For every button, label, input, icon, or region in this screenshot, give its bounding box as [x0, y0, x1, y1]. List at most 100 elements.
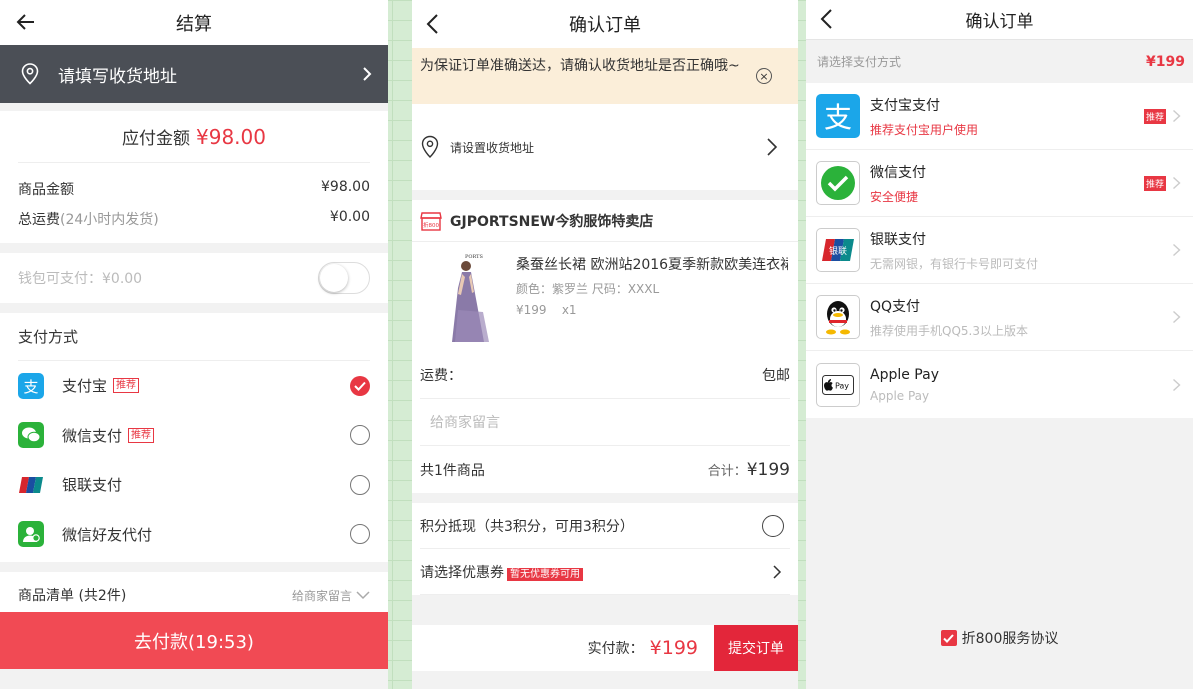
- wechat-icon: [816, 161, 860, 205]
- wallet-toggle[interactable]: [318, 262, 370, 294]
- method-text: 银联支付 无需网银，有银行卡号即可支付: [870, 229, 1172, 272]
- product-thumbnail: PORTS: [440, 250, 502, 346]
- method-desc: 无需网银，有银行卡号即可支付: [870, 256, 1039, 271]
- submit-order-button[interactable]: 提交订单: [714, 625, 798, 671]
- goods-label: 商品金额: [18, 182, 74, 198]
- message-placeholder: 给商家留言: [430, 415, 500, 431]
- payment-method-panel: 确认订单 请选择支付方式 ¥199 支 支付宝支付 推荐支付宝用户使用 推荐 微…: [806, 0, 1193, 689]
- chevron-right-icon: [1173, 243, 1181, 257]
- method-unionpay[interactable]: 银联 银联支付 无需网银，有银行卡号即可支付: [806, 217, 1193, 284]
- item-count: 共1件商品: [420, 462, 485, 479]
- pay-label: 实付款：: [587, 641, 644, 657]
- amount-section: 应付金额 ¥98.00 商品金额 ¥98.00 总运费(24小时内发货) ¥0.…: [0, 111, 388, 243]
- payment-method-section: 支付方式 支 支付宝 推荐 微信支付 推荐 银联支付 微信好友代付: [0, 313, 388, 562]
- radio-unchecked-icon[interactable]: [350, 524, 370, 545]
- method-name: 微信支付: [870, 164, 926, 181]
- method-desc: 安全便捷: [870, 189, 919, 204]
- header: 结算: [0, 0, 388, 45]
- address-notice: 为保证订单准确送达，请确认收货地址是否正确哦~ ×: [412, 48, 798, 104]
- coupon-row[interactable]: 请选择优惠券 暂无优惠券可用: [420, 549, 790, 595]
- shop-row[interactable]: 折800 GJPORTSNEW今豹服饰特卖店: [412, 200, 798, 242]
- qq-icon: [816, 295, 860, 339]
- page-title: 确认订单: [569, 15, 641, 36]
- product-price-qty: ¥199 x1: [516, 303, 790, 317]
- method-name: Apple Pay: [870, 366, 939, 383]
- location-icon: [21, 63, 39, 85]
- payment-name: 银联支付: [62, 476, 123, 495]
- product-name: 桑蚕丝长裙 欧洲站2016夏季新款欧美连衣裙: [516, 257, 788, 273]
- wechat-friend-icon: [18, 521, 44, 548]
- method-apple-pay[interactable]: Pay Apple Pay Apple Pay: [806, 351, 1193, 418]
- method-text: Apple Pay Apple Pay: [870, 367, 1172, 403]
- wallet-label: 钱包可支付：¥0.00: [18, 271, 143, 287]
- method-desc: Apple Pay: [870, 388, 930, 403]
- back-chevron-icon[interactable]: [422, 12, 446, 36]
- chevron-right-icon: [773, 564, 782, 579]
- coupon-badge: 暂无优惠券可用: [507, 567, 583, 581]
- payment-option-wechat-friend[interactable]: 微信好友代付: [18, 510, 370, 560]
- thumb-brand: PORTS: [465, 254, 483, 260]
- message-field[interactable]: 给商家留言: [420, 399, 790, 446]
- message-link-label: 给商家留言: [291, 588, 352, 603]
- method-desc: 推荐使用手机QQ5.3以上版本: [870, 323, 1028, 338]
- product-spec: 颜色：紫罗兰 尺码：XXXL: [516, 282, 660, 296]
- payment-method-list: 支 支付宝支付 推荐支付宝用户使用 推荐 微信支付 安全便捷 推荐 银联 银联支…: [806, 83, 1193, 418]
- radio-unchecked-icon[interactable]: [350, 474, 370, 495]
- header: 确认订单: [806, 0, 1193, 40]
- order-detail-rows: 运费： 包邮 给商家留言 共1件商品 合计：¥199: [412, 352, 798, 493]
- address-bar[interactable]: 请填写收货地址: [0, 45, 388, 103]
- shipping-note: (24小时内发货): [60, 212, 159, 228]
- message-link[interactable]: 给商家留言: [292, 587, 370, 604]
- unionpay-icon: [18, 472, 44, 498]
- method-alipay[interactable]: 支 支付宝支付 推荐支付宝用户使用 推荐: [806, 83, 1193, 150]
- pay-value: ¥199: [649, 637, 698, 659]
- apple-pay-icon: Pay: [816, 362, 860, 407]
- bottom-bar: 实付款： ¥199 提交订单: [412, 625, 798, 671]
- address-prompt: 请设置收货地址: [450, 140, 535, 155]
- payment-name: 微信好友代付: [62, 525, 153, 544]
- address-row[interactable]: 请设置收货地址: [412, 104, 798, 190]
- recommend-badge: 推荐: [1143, 108, 1166, 124]
- method-name: 支付宝支付: [870, 97, 940, 114]
- shop-icon: 折800: [420, 211, 442, 231]
- chevron-right-icon: [1173, 176, 1181, 190]
- method-text: 支付宝支付 推荐支付宝用户使用: [870, 95, 1144, 138]
- pay-button[interactable]: 去付款(19:53): [0, 612, 388, 669]
- close-icon[interactable]: ×: [756, 68, 772, 84]
- product-price: ¥199: [516, 303, 547, 317]
- method-wechat[interactable]: 微信支付 安全便捷 推荐: [806, 150, 1193, 217]
- shipping-row: 运费： 包邮: [420, 352, 790, 399]
- radio-checked-icon[interactable]: [350, 375, 370, 396]
- page-title: 结算: [176, 13, 212, 35]
- radio-unchecked-icon[interactable]: [762, 514, 784, 537]
- radio-unchecked-icon[interactable]: [350, 425, 370, 446]
- chevron-right-icon: [1173, 109, 1181, 123]
- method-text: QQ支付 推荐使用手机QQ5.3以上版本: [870, 296, 1172, 339]
- points-row[interactable]: 积分抵现（共3积分，可用3积分）: [420, 503, 790, 549]
- subtitle: 请选择支付方式: [817, 55, 902, 69]
- product-qty: x1: [561, 303, 577, 317]
- payment-amount: ¥199: [1146, 53, 1185, 70]
- payment-name: 微信支付: [62, 426, 123, 445]
- payment-option-unionpay[interactable]: 银联支付: [18, 460, 370, 510]
- agreement-link[interactable]: 折800服务协议: [962, 628, 1059, 648]
- amount-value: ¥98.00: [196, 124, 266, 149]
- back-chevron-icon[interactable]: [816, 7, 840, 31]
- shipping-row: 总运费(24小时内发货) ¥0.00: [18, 209, 370, 229]
- recommend-badge: 推荐: [128, 427, 155, 443]
- agreement-row[interactable]: 折800服务协议: [806, 628, 1193, 648]
- payment-option-alipay[interactable]: 支 支付宝 推荐: [18, 361, 370, 411]
- checkbox-checked-icon[interactable]: [940, 630, 957, 646]
- method-qq[interactable]: QQ支付 推荐使用手机QQ5.3以上版本: [806, 284, 1193, 351]
- payment-option-wechat[interactable]: 微信支付 推荐: [18, 411, 370, 461]
- svg-text:支: 支: [824, 101, 852, 133]
- product-info: 桑蚕丝长裙 欧洲站2016夏季新款欧美连衣裙 颜色：紫罗兰 尺码：XXXL ¥1…: [516, 250, 790, 352]
- total-value: ¥199: [746, 459, 790, 480]
- unionpay-icon-text: 银联: [829, 245, 847, 257]
- method-text: 微信支付 安全便捷: [870, 162, 1144, 205]
- method-name: QQ支付: [870, 298, 921, 315]
- back-arrow-icon[interactable]: [14, 10, 38, 34]
- product-item[interactable]: PORTS 桑蚕丝长裙 欧洲站2016夏季新款欧美连衣裙 颜色：紫罗兰 尺码：X…: [412, 242, 798, 352]
- total-row: 共1件商品 合计：¥199: [420, 446, 790, 493]
- shipping-value: ¥0.00: [329, 209, 370, 225]
